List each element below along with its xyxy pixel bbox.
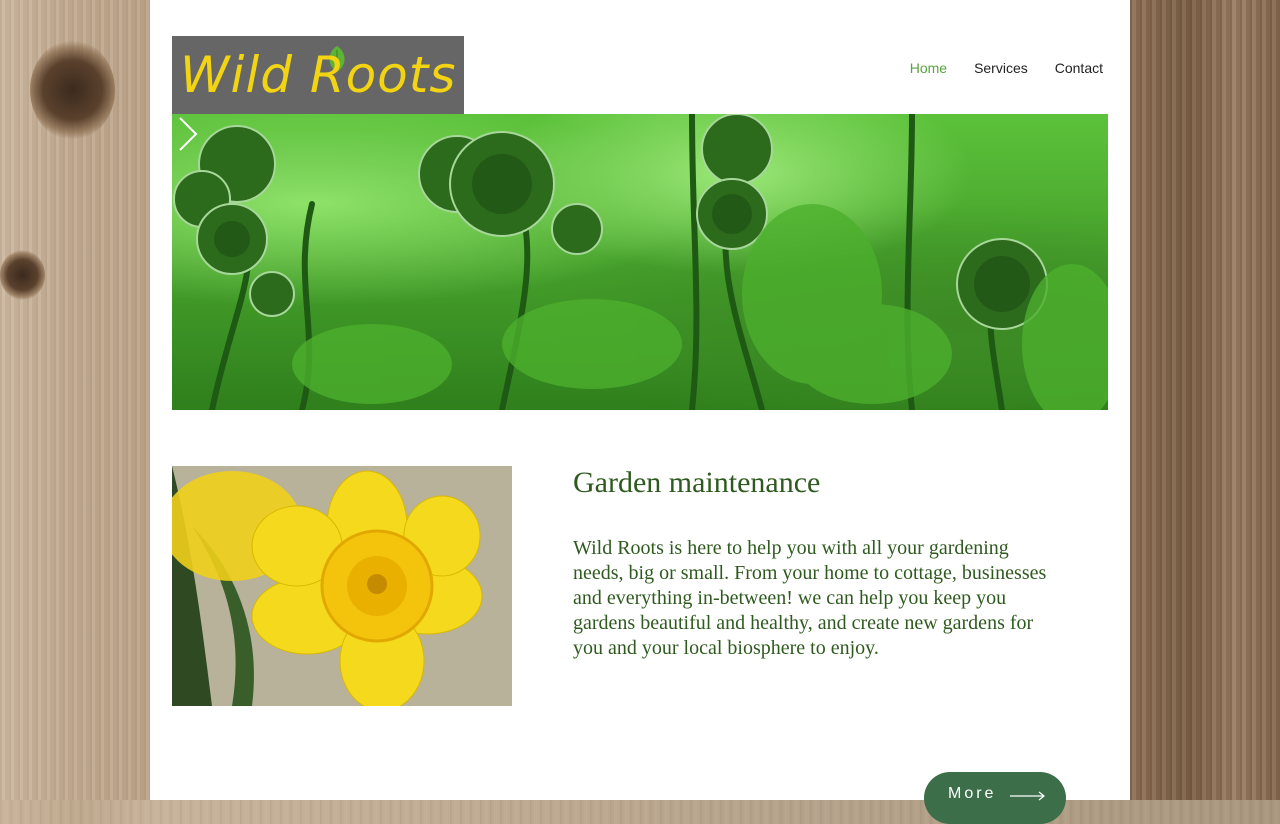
nav-item-home[interactable]: Home: [910, 60, 947, 76]
section-title: Garden maintenance: [573, 466, 821, 499]
daffodil-illustration: [172, 466, 512, 706]
wood-knot: [0, 250, 45, 300]
chevron-right-icon[interactable]: [172, 114, 202, 154]
daffodil-image: [172, 466, 512, 706]
page-container: Wild Roots Home Services Contact Garden …: [150, 0, 1130, 824]
main-nav: Home Services Contact: [883, 60, 1103, 76]
section-body: Wild Roots is here to help you with all …: [573, 537, 1047, 659]
hero-slideshow: [172, 114, 1108, 410]
nav-item-services[interactable]: Services: [974, 60, 1028, 76]
fern-illustration: [173, 114, 1108, 410]
more-button[interactable]: More: [924, 772, 1066, 824]
wood-knot: [30, 40, 115, 140]
logo-text: Wild Roots: [180, 46, 457, 104]
logo[interactable]: Wild Roots: [172, 36, 464, 114]
wood-background-left: [0, 0, 150, 800]
nav-item-contact[interactable]: Contact: [1055, 60, 1103, 76]
wood-background-right: [1130, 0, 1280, 800]
more-button-label: More: [948, 785, 997, 802]
